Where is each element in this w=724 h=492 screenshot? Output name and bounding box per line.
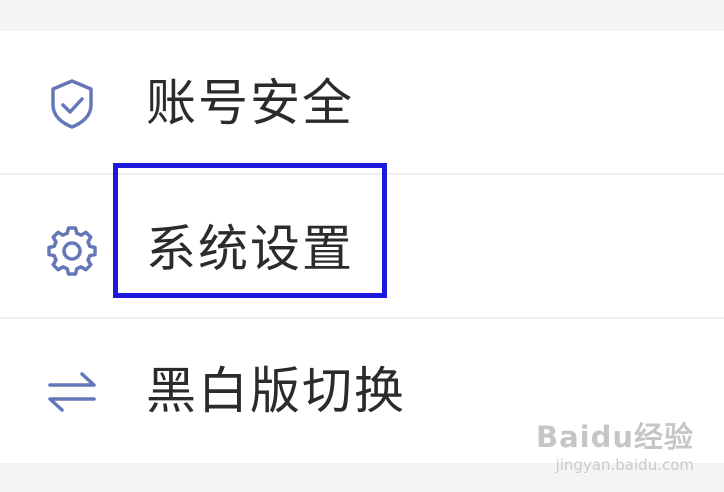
menu-item-system-settings[interactable]: 系统设置 — [0, 175, 724, 319]
settings-menu: 账号安全 系统设置 黑白版切换 — [0, 31, 724, 463]
watermark-brand: Baidu经验 — [535, 420, 694, 454]
menu-item-account-security[interactable]: 账号安全 — [0, 31, 724, 175]
menu-item-label: 系统设置 — [146, 220, 354, 278]
watermark: Baidu经验 jingyan.baidu.com — [536, 420, 694, 474]
swap-arrows-icon — [48, 372, 96, 412]
shield-check-icon — [51, 79, 93, 129]
settings-screen: 账号安全 系统设置 黑白版切换 Baidu经验 jingyan.baidu.co… — [0, 0, 724, 492]
watermark-url: jingyan.baidu.com — [555, 456, 694, 474]
gear-icon — [47, 226, 97, 276]
menu-item-label: 账号安全 — [146, 74, 354, 132]
menu-item-label: 黑白版切换 — [146, 362, 406, 420]
